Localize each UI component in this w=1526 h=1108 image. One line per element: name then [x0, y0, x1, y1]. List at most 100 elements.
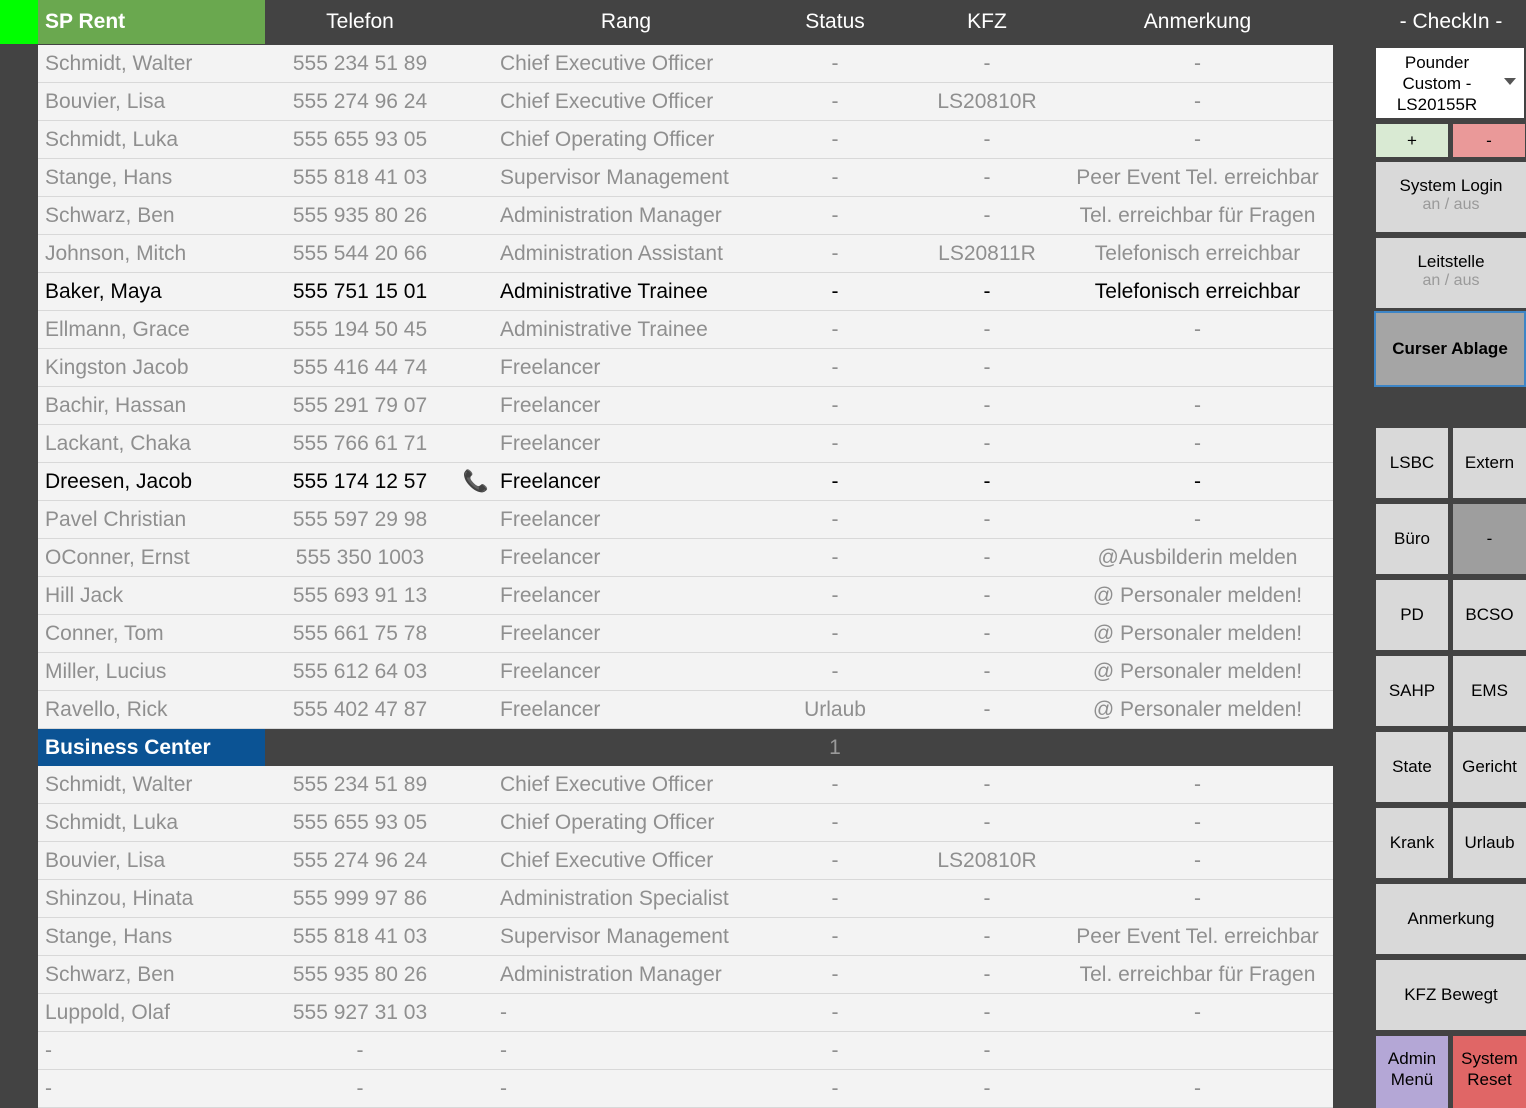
employee-name: Schmidt, Walter — [45, 52, 193, 75]
table-row[interactable]: Hill Jack 555 693 91 13 Freelancer - - @ Pers… — [38, 577, 1333, 615]
employee-name: Ellmann, Grace — [45, 318, 190, 341]
status: - — [831, 811, 839, 834]
remove-button[interactable]: - — [1453, 124, 1525, 157]
rank: Freelancer — [500, 470, 601, 493]
checkin-button-pd[interactable]: PD — [1376, 580, 1448, 650]
table-row[interactable]: Schmidt, Walter 555 234 51 89 Chief Execut… — [38, 766, 1333, 804]
table-row[interactable]: ------ — [38, 1070, 1333, 1108]
phone-number: 555 927 31 03 — [292, 1001, 428, 1024]
table-row[interactable]: ----- — [38, 1032, 1333, 1070]
table-row[interactable]: Stange, Hans 555 818 41 03 Supervisor Mana… — [38, 159, 1333, 197]
remark: - — [1194, 394, 1201, 417]
remark: @ Personaler melden! — [1092, 660, 1303, 683]
vehicle-plate: - — [983, 773, 991, 796]
employee-name: Johnson, Mitch — [45, 242, 187, 265]
employee-name: Schwarz, Ben — [45, 963, 175, 986]
table-row[interactable]: Bouvier, Lisa 555 274 96 24 Chief Executiv… — [38, 842, 1333, 880]
status: - — [831, 660, 839, 683]
rank: Freelancer — [500, 660, 601, 683]
vehicle-plate: LS20810R — [937, 90, 1037, 113]
table-row[interactable]: Pavel Christian 555 597 29 98 Freelancer - -… — [38, 501, 1333, 539]
remark: - — [1194, 318, 1201, 341]
status: - — [831, 242, 839, 265]
status: - — [831, 470, 839, 493]
phone-number: - — [356, 1077, 364, 1100]
checkin-button-urlaub[interactable]: Urlaub — [1453, 808, 1526, 878]
table-row[interactable]: Ellmann, Grace 555 194 50 45 Administrativ… — [38, 311, 1333, 349]
system-login-button[interactable]: System Login an / aus — [1376, 162, 1526, 232]
employee-name: Schmidt, Luka — [45, 128, 179, 151]
status: - — [831, 773, 839, 796]
status: - — [831, 1001, 839, 1024]
curser-ablage-button[interactable]: Curser Ablage — [1374, 311, 1526, 387]
add-button[interactable]: + — [1376, 124, 1448, 157]
checkin-button-ems[interactable]: EMS — [1453, 656, 1526, 726]
table-row[interactable]: Schmidt, Luka 555 655 93 05 Chief Operatin… — [38, 121, 1333, 159]
table-row[interactable]: OConner, Ernst 555 350 1003 Freelancer - - @A… — [38, 539, 1333, 577]
phone-number: 555 350 1003 — [295, 546, 425, 569]
system-reset-button[interactable]: System Reset — [1453, 1036, 1526, 1108]
header-telefon: Telefon — [326, 10, 394, 33]
checkin-button-extern[interactable]: Extern — [1453, 428, 1526, 498]
table-row[interactable]: Stange, Hans 555 818 41 03 Supervisor Mana… — [38, 918, 1333, 956]
checkin-button-krank[interactable]: Krank — [1376, 808, 1448, 878]
vehicle-plate: - — [983, 698, 991, 721]
table-row[interactable]: Schmidt, Walter 555 234 51 89 Chief Execut… — [38, 45, 1333, 83]
employee-name: Conner, Tom — [45, 622, 164, 645]
vehicle-select[interactable]: Pounder Custom - LS20155R — [1376, 48, 1524, 118]
checkin-button-büro[interactable]: Büro — [1376, 504, 1448, 574]
vehicle-plate: - — [983, 1001, 991, 1024]
employee-name: Schwarz, Ben — [45, 204, 175, 227]
status: - — [831, 280, 839, 303]
checkin-button-empty[interactable]: - — [1453, 504, 1526, 574]
phone-number: 555 612 64 03 — [292, 660, 428, 683]
remark: Peer Event Tel. erreichbar — [1076, 925, 1319, 948]
vehicle-plate: - — [983, 394, 991, 417]
rank: Freelancer — [500, 356, 601, 379]
table-row[interactable]: Schmidt, Luka 555 655 93 05 Chief Operatin… — [38, 804, 1333, 842]
table-row[interactable]: Baker, Maya 555 751 15 01 Administrative T… — [38, 273, 1333, 311]
checkin-button-sahp[interactable]: SAHP — [1376, 656, 1448, 726]
vehicle-plate: - — [983, 508, 991, 531]
table-row[interactable]: Shinzou, Hinata 555 999 97 86 Administrati… — [38, 880, 1333, 918]
checkin-button-bcso[interactable]: BCSO — [1453, 580, 1526, 650]
table-row[interactable]: Kingston Jacob 555 416 44 74 Freelancer - - — [38, 349, 1333, 387]
status: - — [831, 204, 839, 227]
checkin-button-lsbc[interactable]: LSBC — [1376, 428, 1448, 498]
table-row[interactable]: Bachir, Hassan 555 291 79 07 Freelancer - - - — [38, 387, 1333, 425]
phone-number: 555 655 93 05 — [292, 128, 428, 151]
rank: Freelancer — [500, 698, 601, 721]
table-row[interactable]: Bouvier, Lisa 555 274 96 24 Chief Executiv… — [38, 83, 1333, 121]
checkin-button-gericht[interactable]: Gericht — [1453, 732, 1526, 802]
remark: - — [1194, 1001, 1201, 1024]
remark: @Ausbilderin melden — [1097, 546, 1298, 569]
kfz-bewegt-button[interactable]: KFZ Bewegt — [1376, 960, 1526, 1030]
rank: Supervisor Management — [500, 925, 729, 948]
rank: Freelancer — [500, 432, 601, 455]
phone-number: 555 661 75 78 — [292, 622, 428, 645]
phone-number: 555 291 79 07 — [292, 394, 428, 417]
rank: Administrative Trainee — [500, 280, 708, 303]
employee-name: Ravello, Rick — [45, 698, 168, 721]
table-row[interactable]: Miller, Lucius 555 612 64 03 Freelancer - - @… — [38, 653, 1333, 691]
table-row[interactable]: Schwarz, Ben 555 935 80 26 Administration … — [38, 197, 1333, 235]
table-row[interactable]: Lackant, Chaka 555 766 61 71 Freelancer - - - — [38, 425, 1333, 463]
table-row[interactable]: Johnson, Mitch 555 544 20 66 Administratio… — [38, 235, 1333, 273]
status: - — [831, 622, 839, 645]
header-status: Status — [805, 10, 865, 33]
checkin-button-state[interactable]: State — [1376, 732, 1448, 802]
table-row[interactable]: Conner, Tom 555 661 75 78 Freelancer - - @ Pe… — [38, 615, 1333, 653]
table-row[interactable]: Schwarz, Ben 555 935 80 26 Administration … — [38, 956, 1333, 994]
table-row[interactable]: Dreesen, Jacob 555 174 12 57 📞 Freelancer - -… — [38, 463, 1333, 501]
anmerkung-button[interactable]: Anmerkung — [1376, 884, 1526, 954]
status: - — [831, 166, 839, 189]
vehicle-select-value: Pounder Custom - LS20155R — [1396, 53, 1478, 114]
phone-number: 555 234 51 89 — [292, 52, 428, 75]
table-row[interactable]: Luppold, Olaf 555 927 31 03 - - - - — [38, 994, 1333, 1032]
table-row[interactable]: Ravello, Rick 555 402 47 87 Freelancer Urla… — [38, 691, 1333, 729]
rank: Freelancer — [500, 622, 601, 645]
leitstelle-button[interactable]: Leitstelle an / aus — [1376, 238, 1526, 308]
status: - — [831, 849, 839, 872]
remark: - — [1194, 1077, 1201, 1100]
admin-menu-button[interactable]: Admin Menü — [1376, 1036, 1448, 1108]
